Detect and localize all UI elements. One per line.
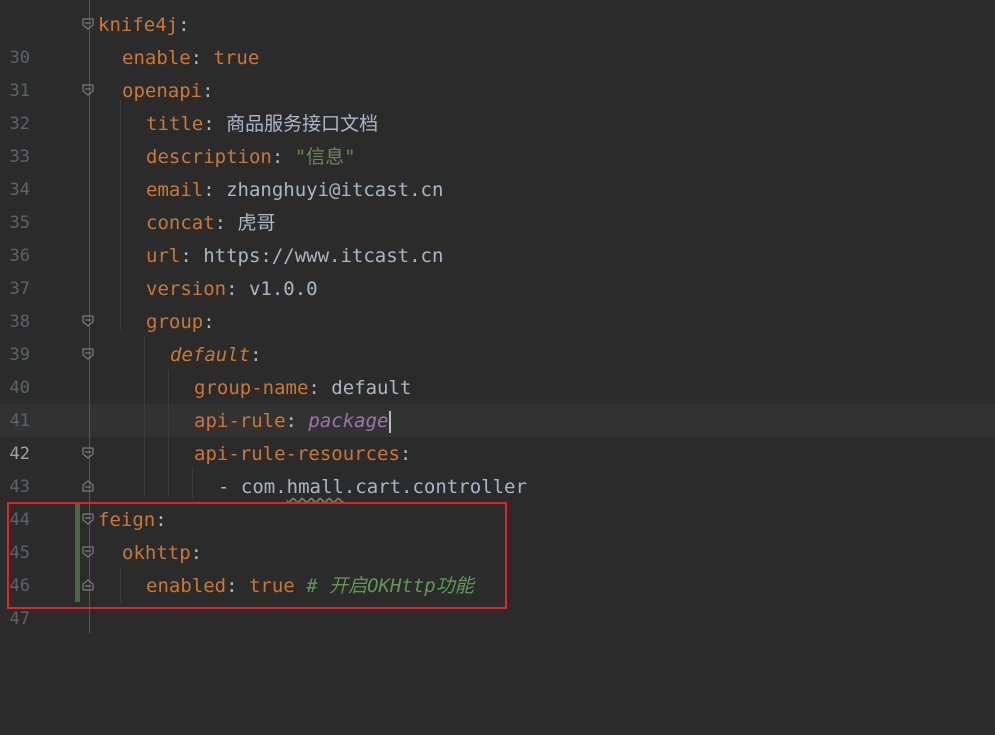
code-line[interactable]: 45 feign: bbox=[0, 504, 167, 563]
yaml-value: default bbox=[331, 377, 412, 399]
code-line[interactable]: 40 default: bbox=[0, 339, 262, 398]
code-line[interactable]: 32 openapi: bbox=[0, 75, 214, 134]
yaml-key: url bbox=[146, 245, 181, 267]
indent-guide bbox=[192, 468, 193, 498]
spellcheck-word: hmall bbox=[286, 476, 344, 498]
fold-close-icon[interactable] bbox=[82, 480, 96, 494]
yaml-key: openapi bbox=[122, 80, 203, 102]
text-cursor bbox=[389, 410, 392, 433]
indent-guide bbox=[144, 336, 145, 496]
yaml-value: 商品服务接口文档 bbox=[226, 113, 379, 135]
fold-open-icon[interactable] bbox=[82, 447, 96, 461]
fold-open-icon[interactable] bbox=[82, 315, 96, 329]
yaml-key: okhttp bbox=[122, 542, 191, 564]
code-line-current[interactable]: 42 api-rule: package bbox=[0, 405, 392, 464]
yaml-key: concat bbox=[146, 212, 215, 234]
code-line[interactable]: 44 - com.hmall.cart.controller bbox=[0, 471, 527, 530]
yaml-key: group bbox=[146, 311, 204, 333]
code-line[interactable]: 47 enabled: true # 开启OKHttp功能 bbox=[0, 570, 474, 629]
code-line[interactable]: 39 group: bbox=[0, 306, 215, 365]
yaml-value: v1.0.0 bbox=[248, 278, 318, 300]
current-line-highlight bbox=[0, 404, 995, 437]
fold-open-icon[interactable] bbox=[82, 513, 96, 527]
code-line[interactable]: 31 enable: true bbox=[0, 42, 260, 101]
fold-open-icon[interactable] bbox=[82, 84, 96, 98]
yaml-key: api-rule bbox=[194, 410, 286, 432]
code-line[interactable]: 38 version: v1.0.0 bbox=[0, 273, 318, 332]
fold-open-icon[interactable] bbox=[82, 546, 96, 560]
yaml-key: enabled bbox=[146, 575, 227, 597]
code-line[interactable]: 46 okhttp: bbox=[0, 537, 203, 596]
fold-open-icon[interactable] bbox=[82, 18, 96, 32]
code-line[interactable]: 34 description: "信息" bbox=[0, 141, 356, 200]
code-line[interactable]: 41 group-name: default bbox=[0, 372, 412, 431]
line-number: 47 bbox=[9, 609, 30, 629]
yaml-comment: # 开启OKHttp功能 bbox=[306, 575, 474, 597]
code-line[interactable]: 35 email: zhanghuyi@itcast.cn bbox=[0, 174, 444, 233]
indent-guide bbox=[120, 100, 121, 330]
indent-guide bbox=[168, 370, 169, 496]
yaml-key: group-name bbox=[194, 377, 309, 399]
code-line[interactable]: 30 knife4j: bbox=[0, 9, 190, 68]
vcs-change-marker[interactable] bbox=[75, 503, 80, 602]
yaml-value: true bbox=[213, 47, 260, 69]
yaml-value: 虎哥 bbox=[237, 212, 276, 234]
yaml-value: https://www.itcast.cn bbox=[203, 245, 444, 267]
yaml-key: knife4j bbox=[98, 14, 179, 36]
yaml-value: package bbox=[308, 410, 389, 432]
code-line[interactable]: 36 concat: 虎哥 bbox=[0, 207, 276, 266]
yaml-key: title bbox=[146, 113, 204, 135]
yaml-value: zhanghuyi@itcast.cn bbox=[226, 179, 444, 201]
code-line[interactable]: 43 api-rule-resources: bbox=[0, 438, 412, 497]
code-line[interactable]: 37 url: https://www.itcast.cn bbox=[0, 240, 444, 299]
code-line[interactable]: 33 title: 商品服务接口文档 bbox=[0, 108, 379, 167]
yaml-key: description bbox=[146, 146, 272, 168]
yaml-key: email bbox=[146, 179, 204, 201]
fold-close-icon[interactable] bbox=[82, 579, 96, 593]
indent-guide bbox=[120, 568, 121, 602]
yaml-key: version bbox=[146, 278, 227, 300]
yaml-key: default bbox=[170, 344, 251, 366]
yaml-value: true bbox=[248, 575, 295, 597]
yaml-key: enable bbox=[122, 47, 191, 69]
fold-open-icon[interactable] bbox=[82, 348, 96, 362]
code-editor[interactable]: 30 knife4j: 31 enable: true 32 openapi: … bbox=[0, 0, 995, 633]
yaml-value: "信息" bbox=[294, 146, 356, 168]
yaml-key: feign bbox=[98, 509, 156, 531]
yaml-key: api-rule-resources bbox=[194, 443, 400, 465]
